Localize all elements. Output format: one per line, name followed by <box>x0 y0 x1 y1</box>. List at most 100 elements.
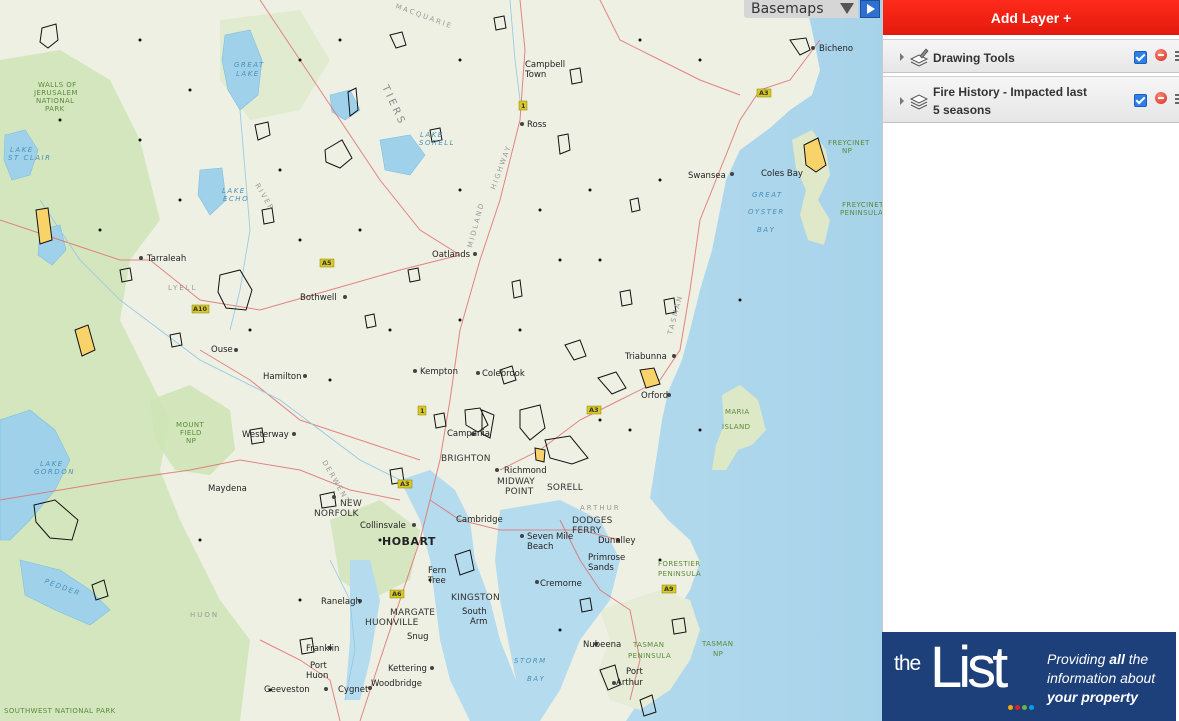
label-woodbridge: Woodbridge <box>371 679 422 689</box>
label-lake-gordon-1: LAKE <box>40 460 64 468</box>
label-triabunna: Triabunna <box>624 352 667 362</box>
highway-shield-1-north: 1 <box>518 100 528 111</box>
svg-text:A5: A5 <box>322 259 332 267</box>
basemaps-label: Basemaps <box>751 1 824 17</box>
label-seven-mile: Seven Mile <box>527 532 573 542</box>
map-canvas[interactable]: A3 1 A5 A10 1 A3 A3 A6 A9 Bicheno Campbe… <box>0 0 882 721</box>
logo-dots-icon <box>1008 695 1036 714</box>
layer-visibility-checkbox[interactable] <box>1134 94 1147 107</box>
map-view[interactable]: A3 1 A5 A10 1 A3 A3 A6 A9 Bicheno Campbe… <box>0 0 882 721</box>
label-great-oyster-1: GREAT <box>752 191 783 199</box>
label-arm: Arm <box>470 617 487 627</box>
highway-shield-a3-sorell: A3 <box>586 405 602 415</box>
label-bothwell: Bothwell <box>300 293 337 303</box>
label-bicheno: Bicheno <box>819 44 853 54</box>
label-freycinet-np-2: NP <box>842 147 852 155</box>
label-point: POINT <box>505 487 534 497</box>
label-fern: Fern <box>428 566 446 576</box>
highway-shield-a5: A5 <box>319 258 335 268</box>
layer-menu-icon[interactable] <box>1175 51 1179 63</box>
label-dunalley: Dunalley <box>598 536 636 546</box>
label-port-arthur-1: Port <box>626 667 644 677</box>
expand-arrow-icon[interactable] <box>900 53 904 61</box>
label-maria-2: ISLAND <box>722 423 750 431</box>
label-maria-1: MARIA <box>725 408 750 416</box>
label-tasman-np-2: NP <box>713 650 723 658</box>
label-snug: Snug <box>407 632 429 642</box>
svg-text:1: 1 <box>521 102 526 110</box>
label-beach: Beach <box>527 542 553 552</box>
highway-shield-a3-hobart: A3 <box>397 479 413 489</box>
label-richmond: Richmond <box>504 466 547 476</box>
panel-toggle-button[interactable] <box>860 0 880 18</box>
label-primrose: Primrose <box>588 553 625 563</box>
label-great-oyster-2: OYSTER <box>748 208 785 216</box>
expand-arrow-icon[interactable] <box>900 97 904 105</box>
label-lake-st-clair-1: LAKE <box>10 146 34 154</box>
logo-dot-red <box>1015 705 1020 710</box>
label-lake-st-clair-2: ST CLAIR <box>8 154 51 162</box>
label-hobart: HOBART <box>382 535 436 548</box>
label-lake-gordon-2: GORDON <box>34 468 75 476</box>
label-tree: Tree <box>427 576 446 586</box>
label-great-lake-2: LAKE <box>236 70 260 78</box>
label-mount-field-3: NP <box>186 437 196 445</box>
label-campbell: Campbell <box>525 60 565 70</box>
label-south: South <box>462 607 487 617</box>
highway-shield-a10: A10 <box>191 304 210 314</box>
label-walls-1: WALLS OF <box>38 81 77 89</box>
label-mount-field-2: FIELD <box>180 429 202 437</box>
layer-row-drawing-tools[interactable]: Drawing Tools <box>883 39 1179 73</box>
remove-layer-icon[interactable] <box>1155 49 1167 61</box>
layer-row-fire-history[interactable]: Fire History - Impacted last 5 seasons <box>883 76 1179 123</box>
label-port-huon-1: Port <box>310 661 328 671</box>
layer-name-line-1: Fire History - Impacted last <box>933 85 1088 99</box>
label-swansea: Swansea <box>688 171 726 181</box>
label-maydena: Maydena <box>208 484 247 494</box>
svg-text:1: 1 <box>420 407 425 415</box>
label-storm-2: BAY <box>527 675 545 683</box>
label-great-oyster-3: BAY <box>757 226 775 234</box>
label-walls-2: JERUSALEM <box>33 89 78 97</box>
label-kingston: KINGSTON <box>451 593 500 603</box>
logo-list: List <box>930 635 1008 700</box>
highway-shield-a3-north: A3 <box>756 88 772 98</box>
layer-visibility-checkbox[interactable] <box>1134 51 1147 64</box>
label-brighton: BRIGHTON <box>441 454 491 464</box>
basemaps-dropdown[interactable]: Basemaps <box>744 0 858 18</box>
label-southwest-np: SOUTHWEST NATIONAL PARK <box>4 707 116 715</box>
label-town: Town <box>524 70 546 80</box>
label-hamilton: Hamilton <box>263 372 302 382</box>
layer-name: Drawing Tools <box>933 51 1015 65</box>
label-geeveston: Geeveston <box>264 685 310 695</box>
logo-the: the <box>894 652 921 675</box>
remove-layer-icon[interactable] <box>1155 92 1167 104</box>
banner-tagline: Providing all the information about your… <box>1047 651 1156 705</box>
svg-text:A3: A3 <box>400 480 410 488</box>
label-collinsvale: Collinsvale <box>360 521 406 531</box>
label-tarraleah: Tarraleah <box>146 254 186 264</box>
label-campania: Campania <box>447 429 490 439</box>
thelist-banner[interactable]: the List Providing all the information a… <box>882 632 1176 721</box>
label-lake-echo-1: LAKE <box>222 187 246 195</box>
chevron-down-icon <box>840 3 854 14</box>
label-cremorne: Cremorne <box>540 579 582 589</box>
logo-dot-orange <box>1008 705 1013 710</box>
label-sands: Sands <box>588 563 614 573</box>
add-layer-button[interactable]: Add Layer + <box>883 0 1179 35</box>
label-tasman-pen-1: TASMAN <box>632 641 664 649</box>
layer-name-line-2: 5 seasons <box>933 103 992 117</box>
label-dodges: DODGES <box>572 516 613 526</box>
layers-pencil-icon <box>909 48 929 67</box>
label-arthur-hwy: ARTHUR <box>580 504 621 512</box>
label-nubeena: Nubeena <box>583 640 621 650</box>
label-forestier-2: PENINSULA <box>658 570 701 578</box>
layer-menu-icon[interactable] <box>1175 94 1179 106</box>
label-sorell: SORELL <box>547 483 583 493</box>
label-kettering: Kettering <box>388 664 427 674</box>
add-layer-label: Add Layer + <box>990 9 1072 26</box>
label-freycinet-np-1: FREYCINET <box>828 139 870 147</box>
label-great-lake-1: GREAT <box>234 61 265 69</box>
label-tasman-np-1: TASMAN <box>701 640 733 648</box>
label-ross: Ross <box>527 120 547 130</box>
